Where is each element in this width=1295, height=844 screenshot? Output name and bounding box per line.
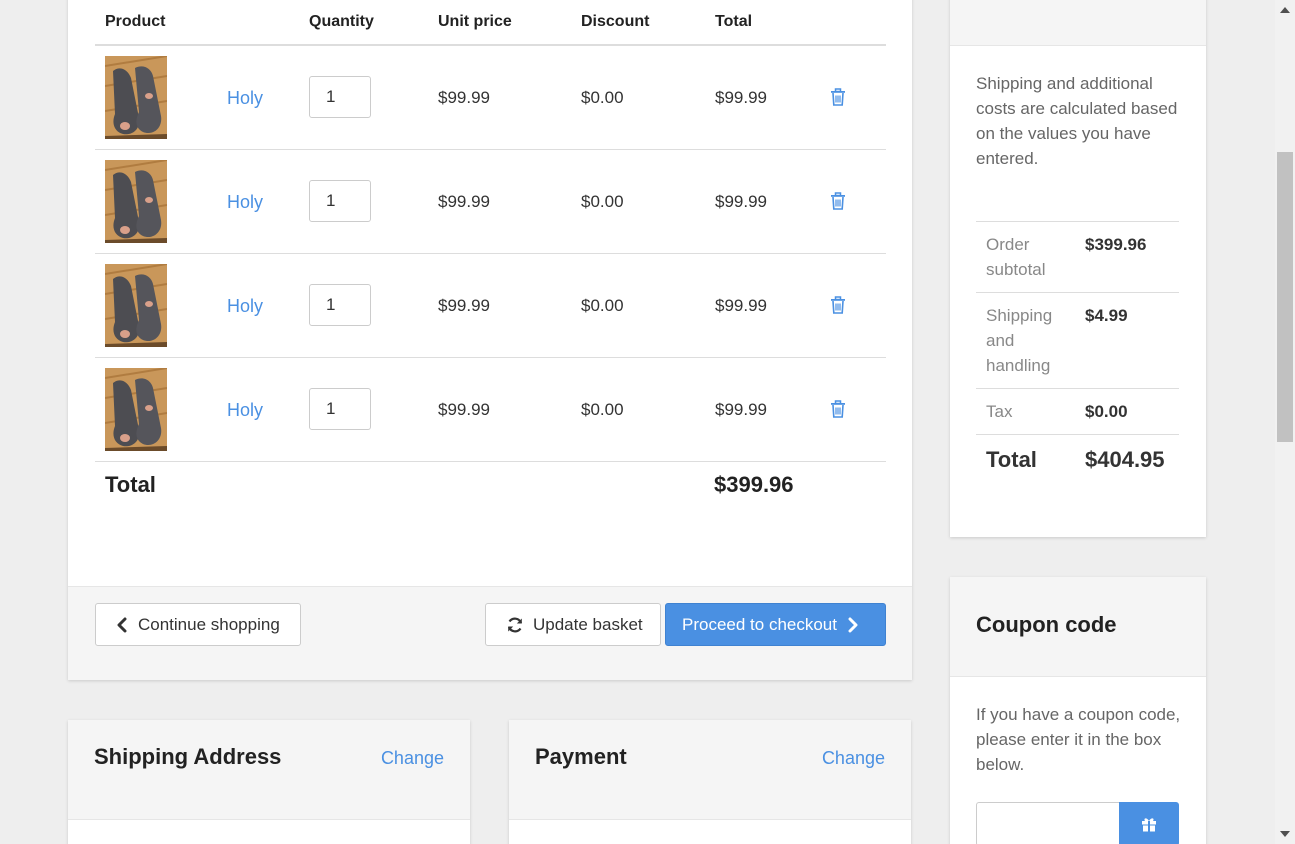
trash-icon[interactable]: [830, 192, 846, 210]
chevron-left-icon: [117, 617, 127, 632]
basket-row: Holy $99.99 $0.00 $99.99: [95, 358, 886, 462]
discount: $0.00: [581, 296, 624, 315]
basket-total-value: $399.96: [714, 472, 794, 497]
scroll-down-arrow[interactable]: [1280, 831, 1290, 837]
unit-price: $99.99: [438, 88, 490, 107]
payment-change-link[interactable]: Change: [822, 748, 885, 769]
proceed-to-checkout-button[interactable]: Proceed to checkout: [665, 603, 886, 646]
quantity-input[interactable]: [309, 388, 371, 430]
product-thumbnail[interactable]: [105, 264, 167, 347]
shipping-address-header: Shipping Address Change: [68, 720, 470, 820]
trash-icon[interactable]: [830, 296, 846, 314]
discount: $0.00: [581, 192, 624, 211]
basket-panel: Product Quantity Unit price Discount Tot…: [68, 0, 912, 680]
order-summary-table: Order subtotal $399.96 Shipping and hand…: [976, 221, 1179, 487]
unit-price: $99.99: [438, 296, 490, 315]
trash-icon[interactable]: [830, 88, 846, 106]
quantity-input[interactable]: [309, 76, 371, 118]
unit-price: $99.99: [438, 192, 490, 211]
column-header-quantity: Quantity: [309, 13, 374, 30]
summary-label: Tax: [986, 402, 1013, 421]
summary-label: Shipping and handling: [986, 306, 1053, 375]
coupon-header: Coupon code: [950, 577, 1206, 677]
discount: $0.00: [581, 88, 624, 107]
continue-shopping-button[interactable]: Continue shopping: [95, 603, 301, 646]
proceed-to-checkout-label: Proceed to checkout: [682, 614, 837, 634]
summary-total-label: Total: [986, 447, 1037, 472]
product-thumbnail[interactable]: [105, 160, 167, 243]
row-total: $99.99: [715, 400, 767, 419]
summary-value: $4.99: [1085, 306, 1128, 325]
unit-price: $99.99: [438, 400, 490, 419]
summary-row-tax: Tax $0.00: [976, 389, 1179, 435]
continue-shopping-label: Continue shopping: [138, 614, 280, 634]
row-total: $99.99: [715, 296, 767, 315]
product-thumbnail[interactable]: [105, 368, 167, 451]
product-name-link[interactable]: Holy: [227, 400, 263, 421]
summary-value: $399.96: [1085, 235, 1147, 254]
basket-total-label: Total: [105, 472, 156, 497]
column-header-product: Product: [105, 13, 166, 30]
update-basket-label: Update basket: [533, 614, 643, 634]
payment-header: Payment Change: [509, 720, 911, 820]
order-summary-header: [950, 0, 1206, 46]
update-basket-button[interactable]: Update basket: [485, 603, 661, 646]
product-name-link[interactable]: Holy: [227, 192, 263, 213]
discount: $0.00: [581, 400, 624, 419]
basket-actions: Continue shopping Update basket Proceed …: [68, 586, 912, 680]
shipping-address-panel: Shipping Address Change: [68, 720, 470, 844]
coupon-instructions: If you have a coupon code, please enter …: [976, 705, 1181, 774]
scroll-up-arrow[interactable]: [1280, 7, 1290, 13]
order-summary-panel: Shipping and additional costs are calcul…: [950, 0, 1206, 537]
product-name-link[interactable]: Holy: [227, 88, 263, 109]
payment-panel: Payment Change: [509, 720, 911, 844]
shipping-address-change-link[interactable]: Change: [381, 748, 444, 769]
coupon-panel: Coupon code If you have a coupon code, p…: [950, 577, 1206, 844]
gift-icon: [1142, 817, 1156, 832]
quantity-input[interactable]: [309, 180, 371, 222]
summary-row-subtotal: Order subtotal $399.96: [976, 222, 1179, 293]
coupon-title: Coupon code: [976, 612, 1117, 637]
row-total: $99.99: [715, 88, 767, 107]
payment-title: Payment: [535, 744, 627, 769]
product-thumbnail[interactable]: [105, 56, 167, 139]
basket-row: Holy $99.99 $0.00 $99.99: [95, 254, 886, 358]
basket-table-header: Product Quantity Unit price Discount Tot…: [95, 0, 886, 46]
column-header-discount: Discount: [581, 13, 650, 30]
summary-total-value: $404.95: [1085, 447, 1165, 472]
refresh-icon: [507, 617, 523, 632]
basket-row: Holy $99.99 $0.00 $99.99: [95, 46, 886, 150]
quantity-input[interactable]: [309, 284, 371, 326]
basket-total-row: Total $399.96: [95, 472, 886, 512]
column-header-total: Total: [715, 13, 753, 30]
coupon-code-input[interactable]: [976, 802, 1120, 844]
row-total: $99.99: [715, 192, 767, 211]
order-summary-note: Shipping and additional costs are calcul…: [976, 74, 1178, 168]
basket-row: Holy $99.99 $0.00 $99.99: [95, 150, 886, 254]
apply-coupon-button[interactable]: [1119, 802, 1179, 844]
product-name-link[interactable]: Holy: [227, 296, 263, 317]
summary-row-total: Total $404.95: [976, 435, 1179, 487]
chevron-right-icon: [848, 617, 858, 632]
scrollbar-thumb[interactable]: [1277, 152, 1293, 442]
trash-icon[interactable]: [830, 400, 846, 418]
summary-row-shipping: Shipping and handling $4.99: [976, 293, 1179, 389]
summary-value: $0.00: [1085, 402, 1128, 421]
column-header-unit-price: Unit price: [438, 13, 512, 30]
shipping-address-title: Shipping Address: [94, 744, 282, 769]
summary-label: Order subtotal: [986, 235, 1046, 279]
page-scrollbar[interactable]: [1275, 0, 1295, 844]
